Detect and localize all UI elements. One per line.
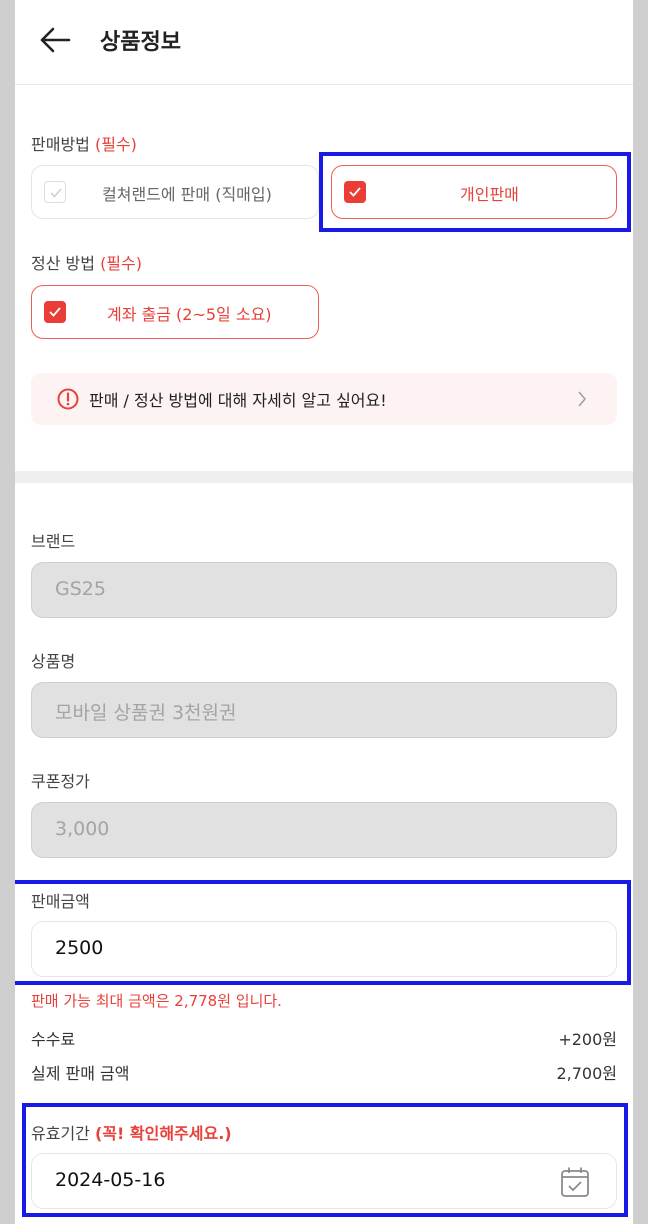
option-account-withdraw-label: 계좌 출금 (2~5일 소요) bbox=[107, 305, 272, 324]
back-arrow-icon[interactable] bbox=[37, 24, 73, 56]
option-account-withdraw[interactable]: 계좌 출금 (2~5일 소요) bbox=[31, 285, 319, 339]
calendar-icon[interactable] bbox=[560, 1166, 590, 1202]
sale-amount-label: 판매금액 bbox=[31, 892, 90, 911]
actual-amount-label: 실제 판매 금액 bbox=[31, 1064, 130, 1083]
expiry-note: (꼭! 확인해주세요.) bbox=[94, 1124, 232, 1143]
settlement-label-text: 정산 방법 bbox=[31, 254, 95, 273]
option-direct-purchase-label: 컬쳐랜드에 판매 (직매입) bbox=[102, 185, 272, 204]
max-amount-notice: 판매 가능 최대 금액은 2,778원 입니다. bbox=[31, 992, 282, 1010]
settlement-label: 정산 방법 (필수) bbox=[31, 250, 142, 274]
coupon-price-label: 쿠폰정가 bbox=[31, 772, 90, 791]
page-title: 상품정보 bbox=[100, 30, 181, 55]
required-mark: (필수) bbox=[94, 135, 137, 154]
fee-value: +200원 bbox=[558, 1030, 617, 1049]
option-personal-sale[interactable]: 개인판매 bbox=[331, 165, 617, 219]
coupon-price-value: 3,000 bbox=[55, 818, 110, 840]
alert-circle-icon bbox=[57, 388, 79, 414]
required-mark: (필수) bbox=[100, 254, 142, 273]
option-direct-purchase[interactable]: 컬쳐랜드에 판매 (직매입) bbox=[31, 165, 319, 219]
brand-field: GS25 bbox=[31, 562, 617, 618]
header: 상품정보 bbox=[15, 0, 633, 85]
product-name-field: 모바일 상품권 3천원권 bbox=[31, 682, 617, 738]
product-name-value: 모바일 상품권 3천원권 bbox=[55, 702, 237, 724]
fee-label: 수수료 bbox=[31, 1030, 76, 1049]
info-banner[interactable]: 판매 / 정산 방법에 대해 자세히 알고 싶어요! bbox=[31, 373, 617, 425]
sale-method-label: 판매방법 (필수) bbox=[31, 131, 137, 155]
actual-amount-value: 2,700원 bbox=[556, 1064, 617, 1083]
brand-value: GS25 bbox=[55, 578, 106, 600]
sale-amount-input[interactable]: 2500 bbox=[31, 921, 617, 977]
section-divider bbox=[15, 471, 633, 483]
sale-amount-value: 2500 bbox=[55, 937, 104, 959]
sale-method-label-text: 판매방법 bbox=[31, 135, 90, 154]
expiry-label: 유효기간 (꼭! 확인해주세요.) bbox=[31, 1120, 232, 1144]
screen: 상품정보 판매방법 (필수) 컬쳐랜드에 판매 (직매입) 개인판매 정산 방법… bbox=[15, 0, 633, 1224]
expiry-date-value: 2024-05-16 bbox=[55, 1169, 166, 1191]
check-icon bbox=[44, 301, 66, 323]
expiry-label-text: 유효기간 bbox=[31, 1124, 90, 1143]
info-banner-text: 판매 / 정산 방법에 대해 자세히 알고 싶어요! bbox=[89, 391, 387, 410]
coupon-price-field: 3,000 bbox=[31, 802, 617, 858]
chevron-right-icon bbox=[577, 390, 587, 412]
check-icon bbox=[344, 181, 366, 203]
brand-label: 브랜드 bbox=[31, 532, 76, 551]
product-name-label: 상품명 bbox=[31, 652, 76, 671]
check-icon bbox=[44, 181, 66, 203]
expiry-date-input[interactable]: 2024-05-16 bbox=[31, 1153, 617, 1209]
option-personal-sale-label: 개인판매 bbox=[460, 185, 519, 204]
